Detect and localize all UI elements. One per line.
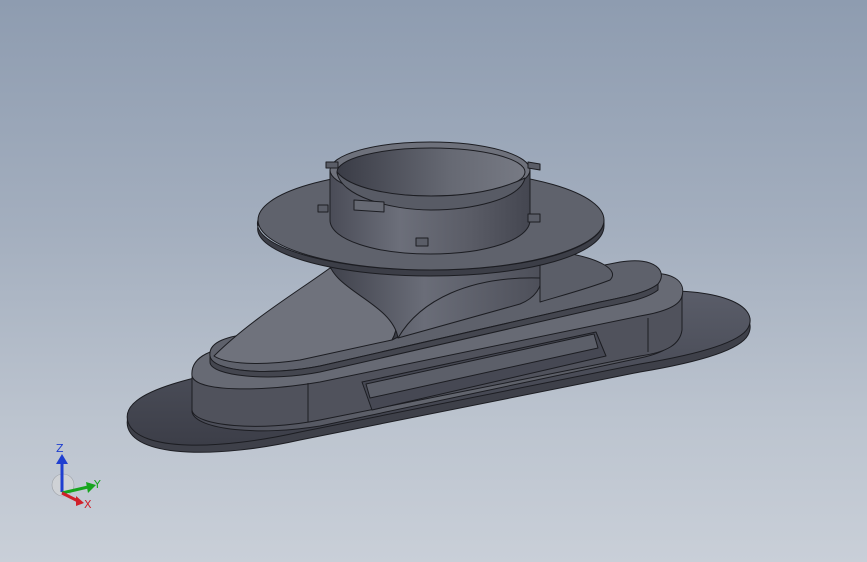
triad-x-arrow bbox=[76, 496, 84, 506]
graphics-viewport[interactable]: Z Y X bbox=[0, 0, 867, 562]
lug-front bbox=[353, 199, 385, 213]
triad-x-label: X bbox=[84, 498, 92, 511]
triad-y-label: Y bbox=[93, 478, 101, 491]
tab-right bbox=[527, 213, 541, 223]
cad-part-model[interactable] bbox=[0, 0, 867, 562]
lug-left bbox=[325, 161, 339, 169]
tab-front bbox=[415, 237, 429, 247]
tab-left bbox=[317, 204, 329, 213]
triad-z-label: Z bbox=[56, 442, 64, 455]
view-orientation-triad[interactable]: Z Y X bbox=[40, 440, 110, 520]
lug-right bbox=[527, 161, 541, 171]
triad-z-arrow bbox=[56, 454, 68, 464]
